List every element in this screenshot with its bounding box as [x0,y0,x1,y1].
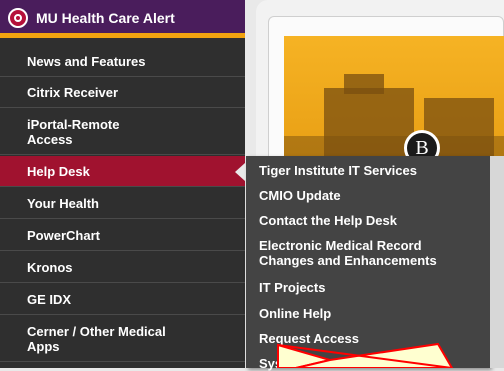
nav-item-cerner[interactable]: Cerner / Other Medical Apps [0,316,245,362]
alert-icon [8,8,28,28]
nav-item-label: GE IDX [27,291,72,307]
alert-label: MU Health Care Alert [36,10,175,26]
left-nav: MU Health Care Alert News and Features C… [0,0,245,368]
nav-item-label: iPortal-Remote Access [27,116,120,147]
nav-item-label: Cerner / Other Medical Apps [27,323,166,354]
nav-item-label: Kronos [27,259,73,275]
nav-item-label: PowerChart [27,227,100,243]
scroll-edge [490,156,504,368]
nav-item-ge-idx[interactable]: GE IDX [0,284,245,315]
submenu-item-request-access[interactable]: Request Access [259,331,489,346]
nav-item-label: Help Desk [27,163,90,179]
alert-bar[interactable]: MU Health Care Alert [0,0,245,38]
submenu-item-system[interactable]: Syst ents [259,356,489,371]
submenu-item-contact-help-desk[interactable]: Contact the Help Desk [259,213,489,228]
nav-item-label: Your Health [27,195,99,211]
nav-item-label: News and Features [27,54,146,69]
nav-item-citrix[interactable]: Citrix Receiver [0,78,245,108]
submenu-item-it-projects[interactable]: IT Projects [259,280,489,295]
submenu-item-tiger-institute[interactable]: Tiger Institute IT Services [259,163,489,178]
submenu-item-emr-changes[interactable]: Electronic Medical Record Changes and En… [259,238,489,268]
nav-item-news[interactable]: News and Features [0,47,245,77]
nav-item-help-desk[interactable]: Help Desk [0,156,245,187]
nav-item-label: Citrix Receiver [27,85,119,100]
submenu-item-system-end: ents [394,356,422,371]
nav-item-your-health[interactable]: Your Health [0,188,245,219]
hero-image[interactable] [284,36,504,176]
nav-item-iportal[interactable]: iPortal-Remote Access [0,109,245,155]
nav-item-kronos[interactable]: Kronos [0,252,245,283]
submenu-item-online-help[interactable]: Online Help [259,306,489,321]
submenu-item-cmio-update[interactable]: CMIO Update [259,188,489,203]
submenu-item-system-start: Syst [259,356,287,371]
nav-item-powerchart[interactable]: PowerChart [0,220,245,251]
